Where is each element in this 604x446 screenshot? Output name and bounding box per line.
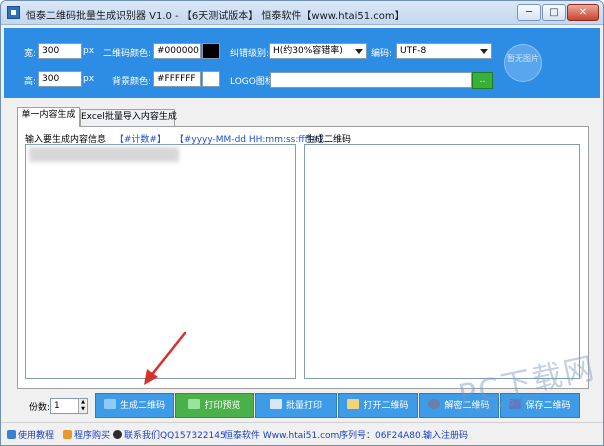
tab-excel-batch[interactable]: Excel批量导入内容生成 — [80, 109, 177, 126]
logo-browse-button[interactable]: .. — [472, 72, 493, 89]
register-link[interactable]: 输入注册码 — [423, 428, 468, 441]
save-icon — [509, 399, 522, 409]
print-preview-button[interactable]: 打印预览 — [175, 393, 254, 418]
open-qr-label: 打开二维码 — [363, 401, 409, 411]
spin-arrows-icon[interactable]: ▲ ▼ — [78, 399, 87, 413]
serial-number: 序列号：06F24A80... — [339, 431, 430, 441]
height-input[interactable]: 300 — [38, 71, 82, 87]
bg-color-swatch[interactable] — [202, 71, 220, 87]
generate-qr-label: 生成二维码 — [119, 401, 165, 411]
window-title: 恒泰二维码批量生成识别器 V1.0 - 【6天测试版本】 恒泰软件【www.ht… — [26, 11, 405, 22]
title-bar[interactable]: 恒泰二维码批量生成识别器 V1.0 - 【6天测试版本】 恒泰软件【www.ht… — [1, 1, 603, 25]
close-button[interactable]: ✕ — [567, 4, 599, 21]
copies-label: 份数: — [29, 403, 51, 413]
minimize-button[interactable]: ─ — [517, 4, 541, 21]
batch-print-label: 批量打印 — [285, 401, 322, 411]
tab-single-content[interactable]: 单一内容生成 — [17, 107, 80, 127]
qr-color-swatch[interactable] — [202, 43, 220, 59]
content-input[interactable] — [25, 144, 296, 379]
bg-color-input[interactable]: #FFFFFF — [153, 71, 201, 87]
decode-qr-button[interactable]: 解密二维码 — [419, 393, 499, 418]
error-level-value: H(约30%容错率) — [273, 46, 343, 56]
chevron-down-icon — [355, 49, 363, 54]
qr-output-area — [304, 144, 580, 379]
encoding-select[interactable]: UTF-8 — [396, 43, 492, 59]
logo-path-input[interactable] — [270, 72, 472, 88]
tutorial-link[interactable]: 使用教程 — [7, 428, 54, 441]
save-qr-button[interactable]: 保存二维码 — [500, 393, 580, 418]
blurred-input-text — [29, 147, 179, 162]
app-icon — [7, 6, 20, 19]
tutorial-label: 使用教程 — [18, 431, 55, 441]
print-preview-label: 打印预览 — [204, 401, 241, 411]
chevron-down-icon — [480, 49, 488, 54]
decode-qr-label: 解密二维码 — [444, 401, 490, 411]
logo-preview-text: 暂无图片 — [507, 54, 539, 63]
purchase-label: 程序购买 — [74, 431, 111, 441]
purchase-link[interactable]: 程序购买 — [63, 428, 110, 441]
copies-value: 1 — [54, 401, 60, 411]
maximize-button[interactable]: □ — [542, 4, 566, 21]
width-input[interactable]: 300 — [38, 43, 82, 59]
printer-icon — [269, 399, 282, 409]
decode-icon — [428, 399, 441, 409]
open-qr-button[interactable]: 打开二维码 — [338, 393, 418, 418]
gear-icon — [103, 399, 116, 409]
app-window: 恒泰二维码批量生成识别器 V1.0 - 【6天测试版本】 恒泰软件【www.ht… — [0, 0, 604, 446]
qq-icon — [113, 430, 122, 439]
save-qr-label: 保存二维码 — [525, 401, 571, 411]
error-level-label: 纠错级别: — [230, 49, 270, 59]
generate-qr-button[interactable]: 生成二维码 — [95, 393, 174, 418]
bg-color-label: 背景颜色: — [112, 77, 152, 87]
logo-preview: 暂无图片 — [504, 44, 542, 82]
width-unit: px — [83, 46, 95, 56]
error-level-select[interactable]: H(约30%容错率) — [269, 43, 367, 59]
batch-print-button[interactable]: 批量打印 — [255, 393, 337, 418]
height-label: 高: — [24, 77, 37, 87]
copies-stepper[interactable]: 1 ▲ ▼ — [50, 398, 88, 414]
encoding-value: UTF-8 — [400, 46, 427, 56]
contact-label: 联系我们QQ157322145 — [124, 431, 226, 441]
settings-panel: 宽: 300 px 高: 300 px 二维码颜色: #000000 背景颜色:… — [4, 28, 600, 98]
qr-color-label: 二维码颜色: — [103, 49, 152, 59]
width-label: 宽: — [24, 49, 37, 59]
website-link[interactable]: 恒泰软件 Www.htai51.com — [224, 428, 339, 441]
print-preview-icon — [188, 399, 201, 409]
help-icon — [7, 430, 16, 439]
folder-icon — [347, 399, 360, 409]
height-unit: px — [83, 74, 95, 84]
encoding-label: 编码: — [371, 49, 393, 59]
contact-link[interactable]: 联系我们QQ157322145 — [113, 428, 226, 441]
cart-icon — [63, 430, 72, 439]
qr-color-input[interactable]: #000000 — [153, 43, 201, 59]
